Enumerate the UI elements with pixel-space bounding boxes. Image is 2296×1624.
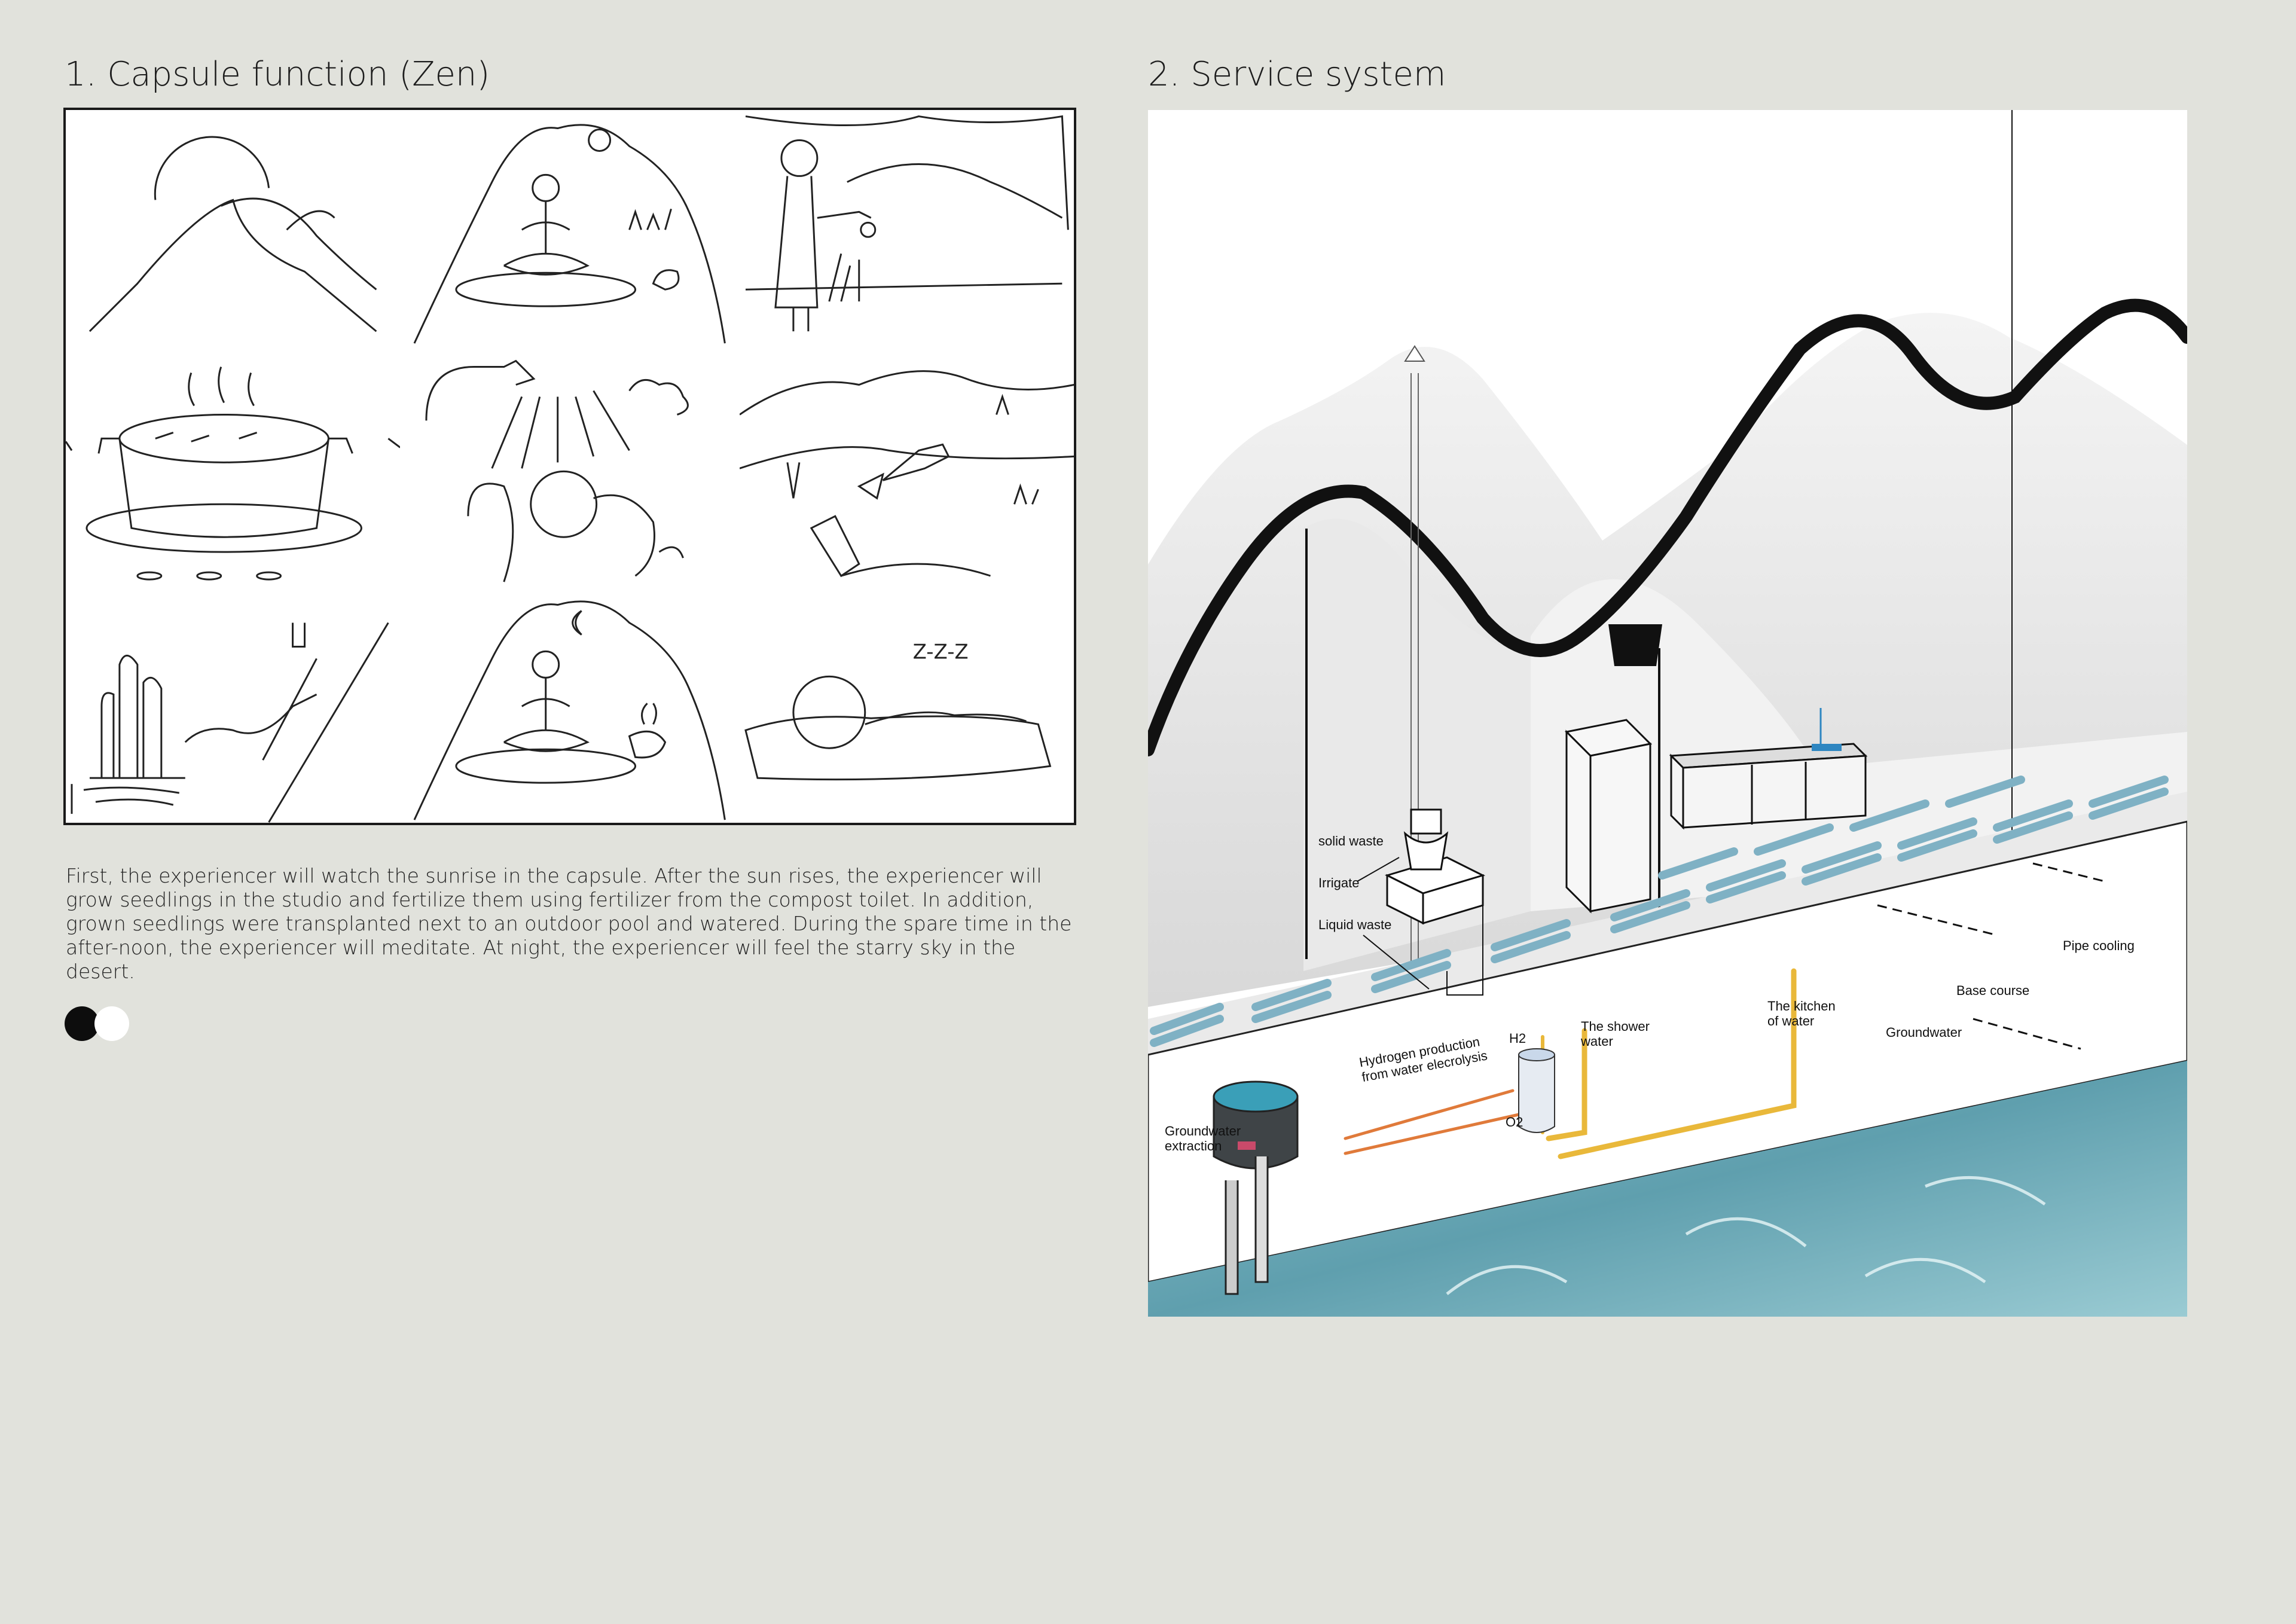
section-heading-capsule-function: 1. Capsule function (Zen)	[65, 55, 490, 94]
storyboard-panel-cooking	[66, 348, 401, 585]
label-base-course: Base course	[1956, 983, 2030, 998]
label-pipe-cooling: Pipe cooling	[2063, 938, 2135, 953]
label-shower-water-line1: The shower	[1581, 1019, 1650, 1034]
watering-icon	[745, 115, 1069, 332]
sleeping-icon: Z-Z-Z	[744, 640, 1051, 781]
page-dot[interactable]	[94, 1006, 129, 1041]
night-meditation-icon	[413, 600, 726, 821]
label-irrigate: Irrigate	[1318, 875, 1360, 890]
shower-cabin	[1564, 719, 1653, 914]
storyboard-panel-night	[402, 587, 737, 823]
page-indicator	[65, 1006, 142, 1041]
sunrise-icon	[88, 136, 377, 332]
label-extraction-line1: Groundwater	[1165, 1124, 1241, 1138]
service-system-diagram: solid waste Irrigate Liquid waste Pipe c…	[1148, 110, 2187, 1317]
label-liquid-waste: Liquid waste	[1318, 917, 1392, 932]
storyboard-panel-cactus	[66, 587, 401, 823]
label-shower-water: The shower water	[1581, 1019, 1650, 1049]
label-kitchen-water-line1: The kitchen	[1767, 999, 1836, 1014]
label-extraction-line2: extraction	[1165, 1138, 1222, 1153]
meditation-icon	[413, 124, 726, 344]
label-shower-water-line2: water	[1581, 1034, 1613, 1049]
planting-icon	[739, 370, 1074, 577]
storyboard-panel-sleeping: Z-Z-Z	[739, 587, 1074, 823]
label-groundwater: Groundwater	[1886, 1025, 1962, 1040]
label-kitchen-water-line2: of water	[1767, 1014, 1815, 1028]
storyboard-panel-shower	[402, 348, 737, 585]
sleep-text: Z-Z-Z	[912, 640, 968, 664]
shower-icon	[425, 359, 689, 582]
storyboard-panel-meditation	[402, 110, 737, 346]
label-kitchen-water: The kitchen of water	[1767, 999, 1836, 1028]
capsule-description: First, the experiencer will watch the su…	[66, 864, 1072, 983]
cooking-pot-icon	[66, 366, 401, 581]
label-solid-waste: solid waste	[1318, 834, 1384, 848]
label-groundwater-extraction: Groundwater extraction	[1165, 1124, 1241, 1153]
storyboard-panel-watering	[739, 110, 1074, 346]
cactus-hose-icon	[71, 622, 389, 823]
storyboard-panel-planting	[739, 348, 1074, 585]
storyboard-panel-sunrise	[66, 110, 401, 346]
section-heading-service-system: 2. Service system	[1148, 55, 1446, 94]
label-o2: O2	[1506, 1115, 1523, 1130]
storyboard-grid: Z-Z-Z	[63, 108, 1076, 825]
electrolysis-unit	[1518, 1048, 1555, 1133]
service-system-illustration	[1148, 110, 2187, 1317]
label-h2: H2	[1509, 1031, 1526, 1046]
